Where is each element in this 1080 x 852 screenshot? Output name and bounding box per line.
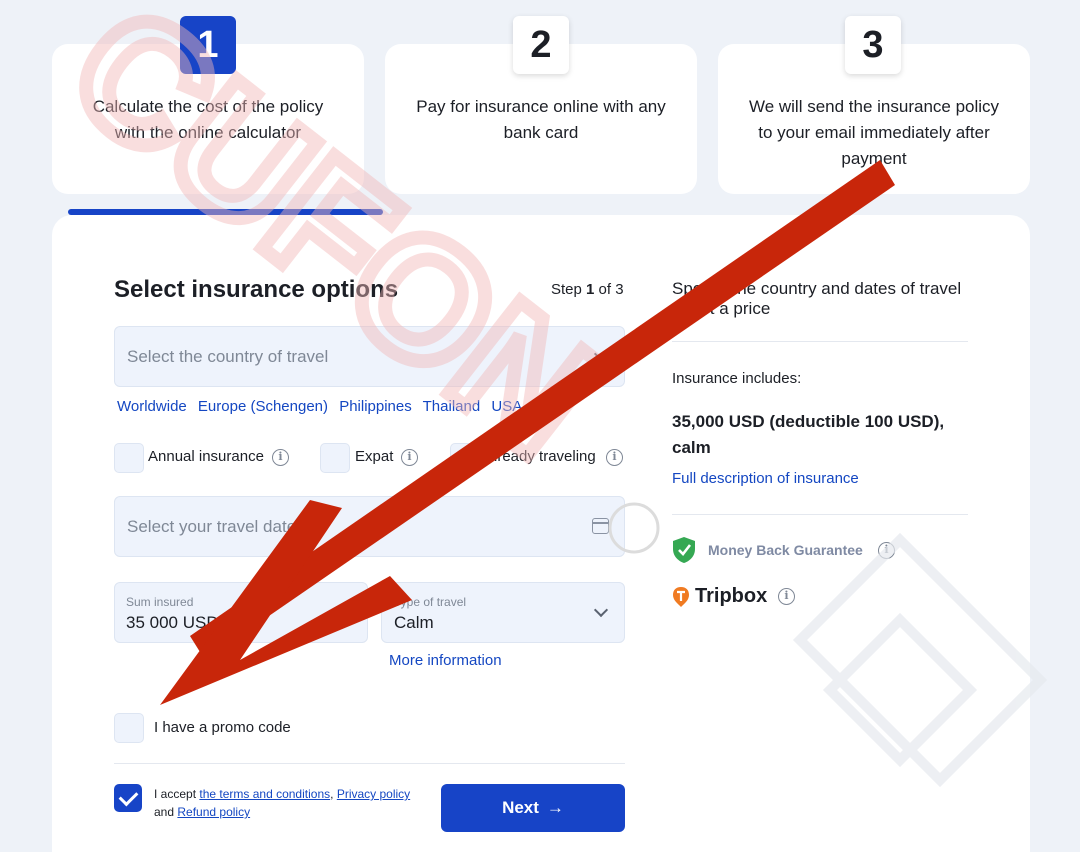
info-icon[interactable]: i xyxy=(606,449,623,466)
travel-type-label: Type of travel xyxy=(394,595,467,609)
divider xyxy=(114,763,625,764)
annual-insurance-label: Annual insurance xyxy=(148,448,264,465)
info-icon[interactable]: i xyxy=(878,542,895,559)
promo-code-label: I have a promo code xyxy=(154,719,291,736)
step-1-number: 1 xyxy=(180,16,236,74)
sum-insured-label: Sum insured xyxy=(126,595,194,609)
insurance-includes-label: Insurance includes: xyxy=(672,370,802,387)
step-counter-prefix: Step xyxy=(551,281,582,298)
step-counter-current: 1 xyxy=(586,281,595,298)
country-link-europe[interactable]: Europe (Schengen) xyxy=(198,398,328,415)
travel-type-value: Calm xyxy=(394,613,434,632)
next-button[interactable]: Next → xyxy=(441,784,625,832)
accept-comma: , xyxy=(330,787,334,801)
accept-terms-checkbox[interactable] xyxy=(114,784,142,812)
arrow-right-icon: → xyxy=(546,798,564,817)
expat-checkbox[interactable] xyxy=(320,443,350,473)
more-information-link[interactable]: More information xyxy=(389,652,502,669)
country-select-placeholder: Select the country of travel xyxy=(127,347,329,366)
money-back-guarantee: Money Back Guarantee xyxy=(708,542,863,558)
privacy-policy-link[interactable]: Privacy policy xyxy=(337,787,410,801)
quick-country-links: Worldwide Europe (Schengen) Philippines … xyxy=(117,398,529,415)
form-title: Select insurance options xyxy=(114,276,399,303)
promo-code-checkbox[interactable] xyxy=(114,713,144,743)
info-icon[interactable]: i xyxy=(272,449,289,466)
step-3-number: 3 xyxy=(845,16,901,74)
travel-dates-placeholder: Select your travel dates xyxy=(127,517,305,536)
country-link-usa[interactable]: USA xyxy=(491,398,522,415)
info-icon[interactable]: i xyxy=(778,588,795,605)
accept-terms-text: I accept the terms and conditions, Priva… xyxy=(154,785,410,821)
tripbox-brand: Tripbox xyxy=(695,585,768,607)
coverage-summary: 35,000 USD (deductible 100 USD), calm xyxy=(672,412,945,457)
already-traveling-label: Already traveling xyxy=(484,448,596,465)
next-button-label: Next xyxy=(502,798,539,817)
already-traveling-checkbox[interactable] xyxy=(450,443,480,473)
expat-label: Expat xyxy=(355,448,394,465)
travel-dates-input[interactable]: Select your travel dates xyxy=(114,496,625,557)
summary-hint: Specify the country and dates of travel … xyxy=(672,279,962,318)
refund-policy-link[interactable]: Refund policy xyxy=(177,805,250,819)
step-2-text: Pay for insurance online with any bank c… xyxy=(416,97,666,142)
step-counter-suffix: of 3 xyxy=(598,281,624,298)
step-1-text: Calculate the cost of the policy with th… xyxy=(92,97,324,142)
accept-and: and xyxy=(154,805,175,819)
country-select[interactable]: Select the country of travel xyxy=(114,326,625,387)
tripbox-logo-icon xyxy=(673,587,689,607)
full-description-link[interactable]: Full description of insurance xyxy=(672,470,859,487)
divider xyxy=(672,514,968,515)
country-link-worldwide[interactable]: Worldwide xyxy=(117,398,187,415)
sum-insured-value: 35 000 USD xyxy=(126,613,219,632)
country-link-thailand[interactable]: Thailand xyxy=(423,398,481,415)
chevron-down-icon xyxy=(593,346,609,362)
info-icon[interactable]: i xyxy=(401,449,418,466)
step-2-number: 2 xyxy=(513,16,569,74)
terms-link[interactable]: the terms and conditions xyxy=(199,787,330,801)
progress-bar xyxy=(68,209,383,215)
accept-prefix: I accept xyxy=(154,787,197,801)
divider xyxy=(672,341,968,342)
shield-check-icon xyxy=(673,537,695,563)
step-counter: Step 1 of 3 xyxy=(551,281,624,298)
step-3-text: We will send the insurance policy to you… xyxy=(748,97,1000,168)
calendar-icon[interactable] xyxy=(592,518,609,534)
country-link-philippines[interactable]: Philippines xyxy=(339,398,412,415)
annual-insurance-checkbox[interactable] xyxy=(114,443,144,473)
chevron-down-icon xyxy=(593,602,609,618)
